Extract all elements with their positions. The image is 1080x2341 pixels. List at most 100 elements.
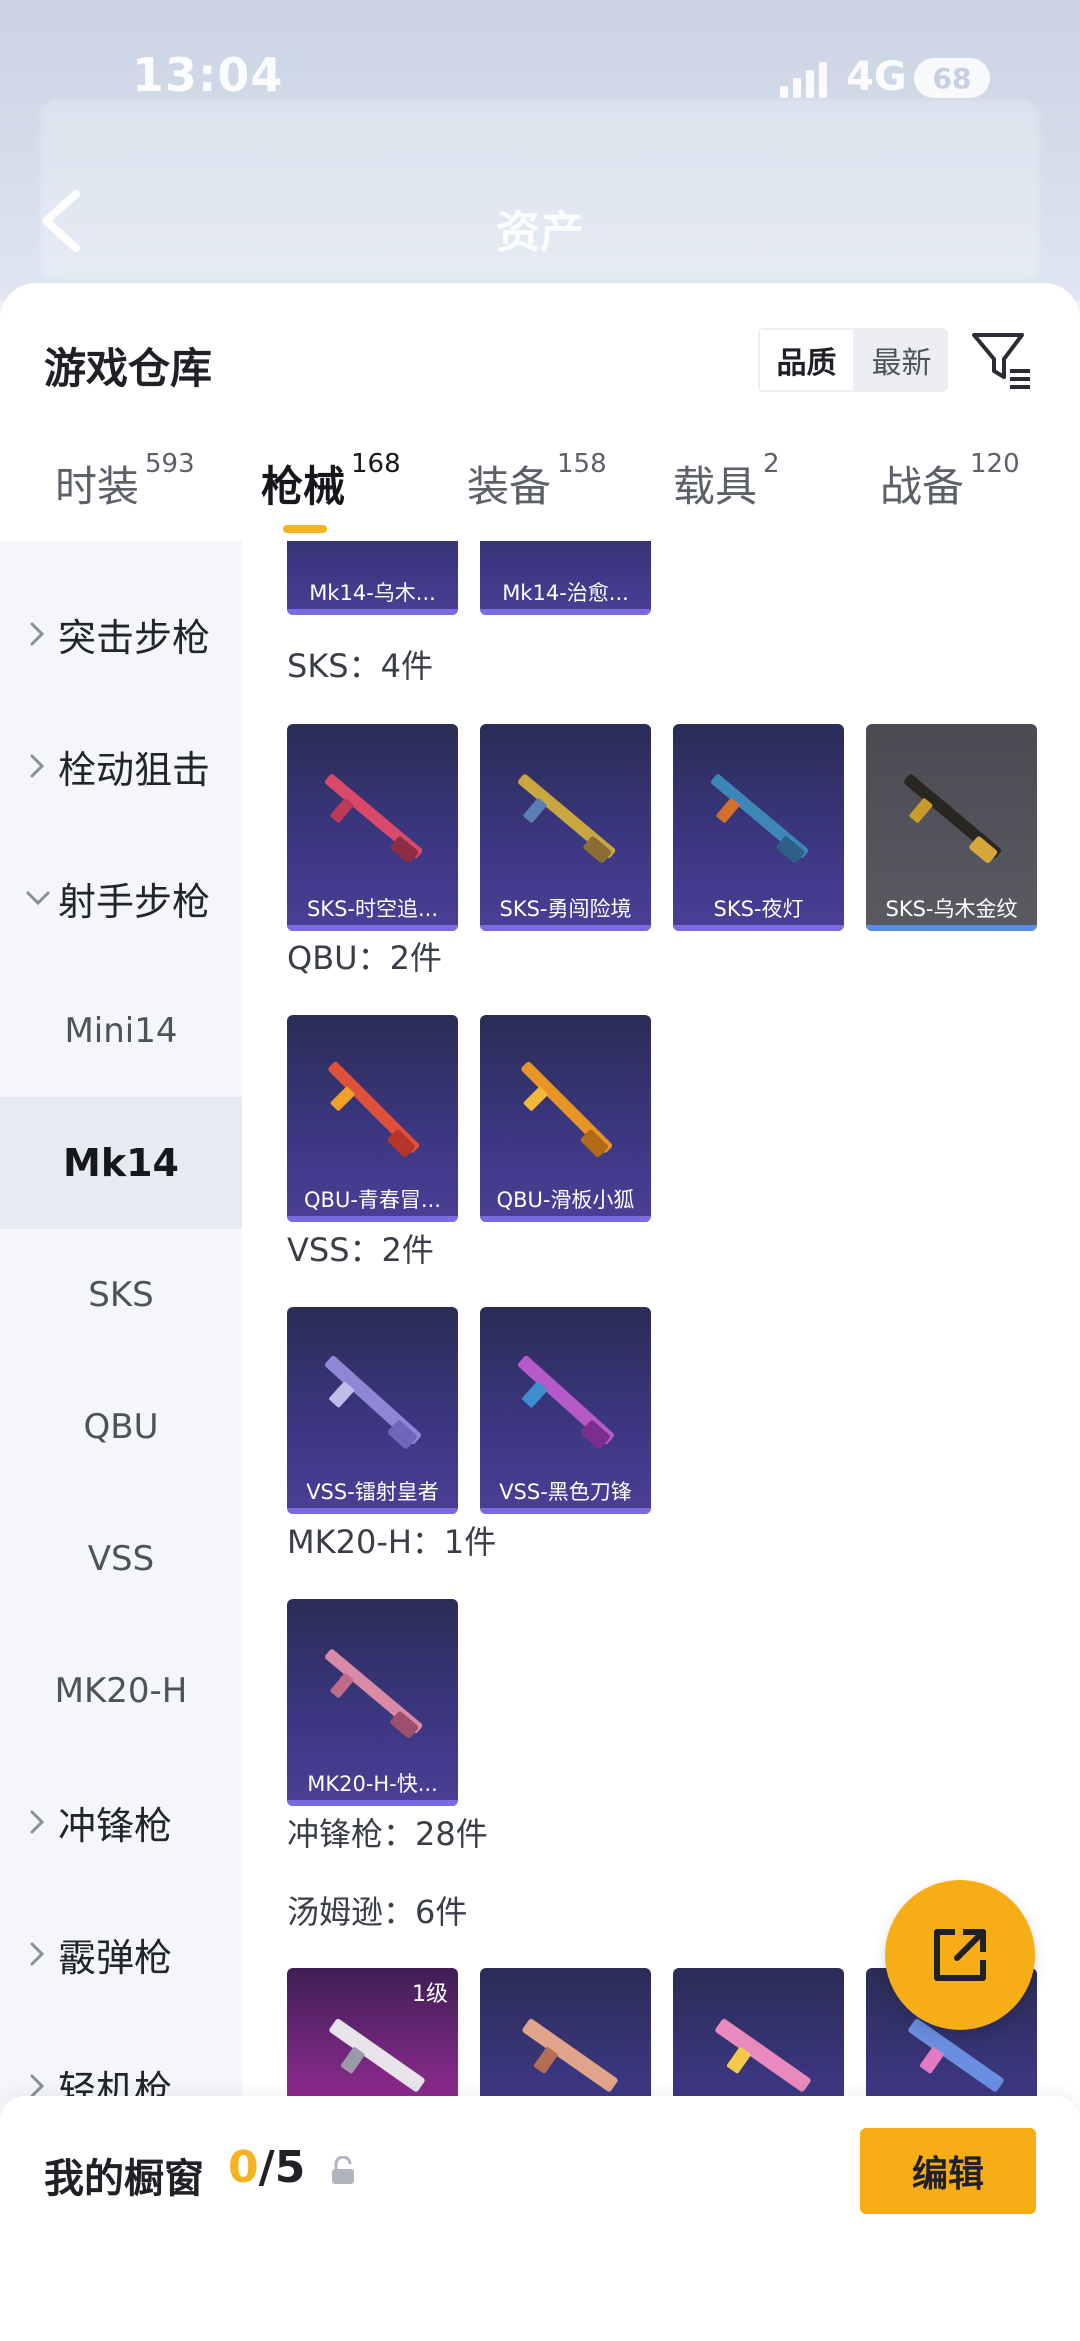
- rarity-bar: [480, 925, 651, 931]
- tab-count: 2: [763, 449, 780, 479]
- group-header-smg: 冲锋枪：28件: [287, 1815, 488, 1853]
- sheet-title: 游戏仓库: [44, 344, 213, 393]
- skin-card[interactable]: QBU-滑板小狐: [480, 1015, 651, 1222]
- skin-name: SKS-乌木金纹: [885, 897, 1018, 921]
- sidebar-item-smg[interactable]: 冲锋枪: [0, 1757, 242, 1887]
- share-icon: [934, 1929, 986, 1981]
- rarity-bar: [287, 1800, 458, 1806]
- skin-card[interactable]: SKS-夜灯: [673, 724, 844, 931]
- skin-card[interactable]: SKS-时空追...: [287, 724, 458, 931]
- chevron-right-icon: [30, 754, 45, 778]
- sidebar-sub-mk14[interactable]: Mk14: [0, 1097, 242, 1229]
- sidebar-item-label: 突击步枪: [58, 615, 211, 660]
- rarity-bar: [287, 1508, 458, 1514]
- sidebar-item-shotgun[interactable]: 霰弹枪: [0, 1889, 242, 2019]
- sidebar-item-label: 霰弹枪: [58, 1935, 173, 1980]
- tab-label: 枪械: [261, 462, 346, 511]
- signal-icon: [780, 62, 827, 98]
- tab-count: 168: [351, 449, 401, 479]
- rifle-icon: [521, 1061, 613, 1157]
- sidebar-sub-vss[interactable]: VSS: [0, 1493, 242, 1625]
- smg-icon: [522, 2018, 618, 2092]
- warehouse-sheet: 游戏仓库 品质 最新 时装 593 枪械 168 装备 158 载具 2 战备 120 突…: [0, 283, 1080, 2341]
- sort-latest[interactable]: 最新: [855, 328, 948, 392]
- rifle-icon: [518, 774, 616, 864]
- skin-name: MK20-H-快...: [307, 1772, 438, 1796]
- sort-toggle: 品质 最新: [758, 328, 948, 392]
- skin-name: VSS-镭射皇者: [306, 1480, 439, 1504]
- edit-button[interactable]: 编辑: [860, 2128, 1036, 2214]
- chevron-right-icon: [30, 1810, 45, 1834]
- active-tab-indicator: [283, 525, 327, 533]
- showcase-count: 0/5: [228, 2142, 305, 2193]
- sidebar-item-bolt-sniper[interactable]: 栓动狙击: [0, 701, 242, 831]
- tab-fashion[interactable]: 时装 593: [55, 449, 195, 514]
- sidebar-item-label: 冲锋枪: [58, 1803, 173, 1848]
- showcase-label: 我的橱窗: [44, 2156, 204, 2202]
- battery-indicator: 68: [914, 58, 990, 98]
- chevron-right-icon: [30, 622, 45, 646]
- tab-supplies[interactable]: 战备 120: [880, 449, 1020, 514]
- tab-label: 战备: [880, 462, 965, 511]
- skin-card[interactable]: [480, 1968, 651, 2101]
- rifle-icon: [328, 1061, 420, 1157]
- showcase-count-total: /5: [258, 2142, 306, 2193]
- tab-vehicles[interactable]: 载具 2: [673, 449, 780, 514]
- skin-name: QBU-滑板小狐: [496, 1188, 635, 1212]
- skin-name: SKS-夜灯: [713, 897, 804, 921]
- skin-card[interactable]: [673, 1968, 844, 2101]
- tab-equipment[interactable]: 装备 158: [467, 449, 607, 514]
- sort-quality[interactable]: 品质: [758, 328, 855, 392]
- tab-label: 时装: [55, 462, 140, 511]
- sidebar-sub-mk20h[interactable]: MK20-H: [0, 1625, 242, 1757]
- group-header-qbu: QBU：2件: [287, 939, 442, 977]
- rifle-icon: [324, 1355, 422, 1449]
- group-header-vss: VSS：2件: [287, 1231, 434, 1269]
- weapon-skin-grid: Mk14-乌木... Mk14-治愈... SKS：4件 SKS-时空追... …: [242, 541, 1080, 2101]
- tab-count: 593: [145, 449, 195, 479]
- rifle-icon: [904, 774, 1002, 864]
- rarity-bar: [480, 609, 651, 615]
- sidebar-item-assault-rifle[interactable]: 突击步枪: [0, 569, 242, 699]
- tab-count: 120: [970, 449, 1020, 479]
- group-header-mk20h: MK20-H：1件: [287, 1523, 497, 1561]
- skin-card[interactable]: VSS-黑色刀锋: [480, 1307, 651, 1514]
- rarity-bar: [866, 925, 1037, 931]
- skin-card[interactable]: SKS-勇闯险境: [480, 724, 651, 931]
- sidebar-sub-sks[interactable]: SKS: [0, 1229, 242, 1361]
- rarity-bar: [480, 1216, 651, 1222]
- showcase-bar: 我的橱窗 0/5 编辑: [0, 2096, 1080, 2341]
- skin-name: QBU-青春冒...: [304, 1188, 441, 1212]
- filter-icon[interactable]: [970, 329, 1034, 393]
- rarity-bar: [287, 925, 458, 931]
- chevron-down-icon: [26, 891, 50, 906]
- skin-card[interactable]: QBU-青春冒...: [287, 1015, 458, 1222]
- skin-card[interactable]: Mk14-乌木...: [287, 541, 458, 615]
- sidebar-item-marksman-rifle[interactable]: 射手步枪: [0, 833, 242, 963]
- skin-card[interactable]: MK20-H-快...: [287, 1599, 458, 1806]
- back-arrow-icon[interactable]: [36, 186, 86, 256]
- skin-name: Mk14-乌木...: [309, 581, 436, 605]
- group-header-thompson: 汤姆逊：6件: [287, 1893, 468, 1931]
- network-type: 4G: [846, 54, 907, 100]
- showcase-count-current: 0: [228, 2142, 259, 2193]
- category-tabs: 时装 593 枪械 168 装备 158 载具 2 战备 120: [0, 423, 1080, 541]
- skin-card[interactable]: SKS-乌木金纹: [866, 724, 1037, 931]
- smg-icon: [715, 2018, 811, 2092]
- sidebar-sub-mini14[interactable]: Mini14: [0, 965, 242, 1097]
- sidebar-sub-qbu[interactable]: QBU: [0, 1361, 242, 1493]
- tab-firearms[interactable]: 枪械 168: [261, 449, 401, 514]
- rarity-bar: [287, 1216, 458, 1222]
- skin-name: Mk14-治愈...: [502, 581, 629, 605]
- tab-label: 载具: [673, 462, 758, 511]
- skin-card[interactable]: Mk14-治愈...: [480, 541, 651, 615]
- share-button[interactable]: [885, 1880, 1035, 2030]
- weapon-category-sidebar: 突击步枪 栓动狙击 射手步枪 Mini14 Mk14 SKS QBU VSS M…: [0, 541, 242, 2341]
- skin-card[interactable]: VSS-镭射皇者: [287, 1307, 458, 1514]
- skin-card[interactable]: 1级: [287, 1968, 458, 2101]
- sidebar-item-label: 栓动狙击: [58, 747, 211, 792]
- skin-name: SKS-勇闯险境: [499, 897, 632, 921]
- rifle-icon: [325, 1649, 423, 1739]
- tab-count: 158: [557, 449, 607, 479]
- rarity-bar: [480, 1508, 651, 1514]
